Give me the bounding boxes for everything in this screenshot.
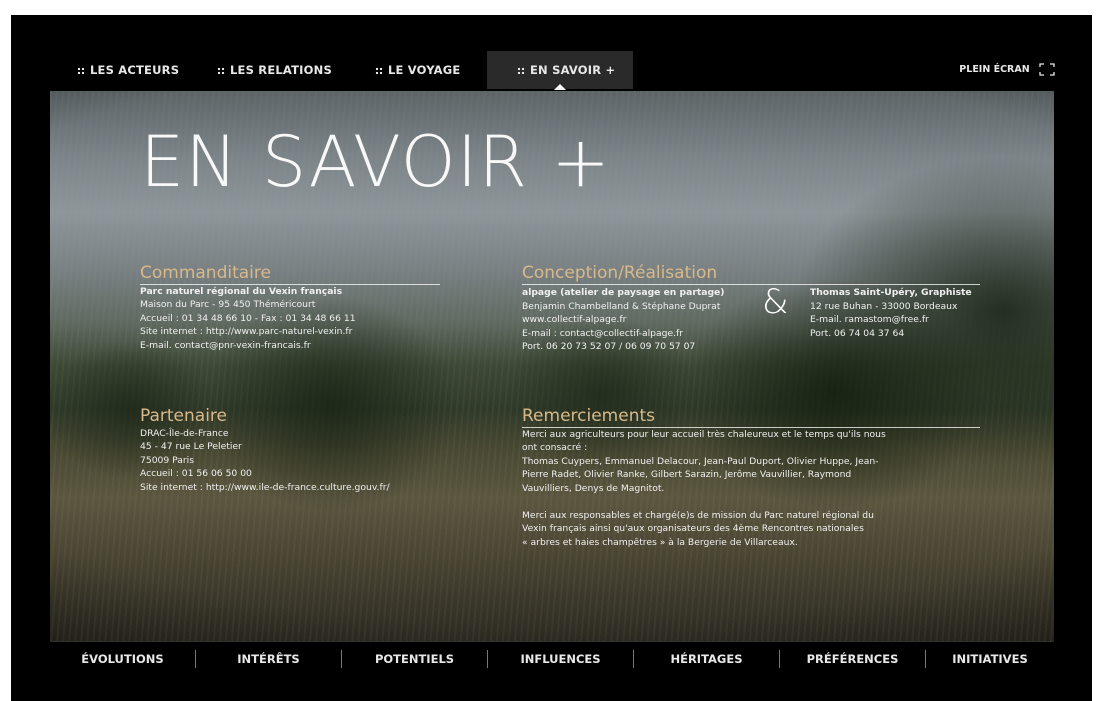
bottom-nav-influences[interactable]: INFLUENCES xyxy=(488,642,633,676)
ampersand: & xyxy=(762,282,789,322)
grid-dots-icon xyxy=(217,67,226,74)
grid-dots-icon xyxy=(375,67,384,74)
bottom-nav-initiatives[interactable]: INITIATIVES xyxy=(926,642,1054,676)
graphiste-email-link[interactable]: E-mail. ramastom@free.fr xyxy=(810,313,972,327)
commanditaire-details: Parc naturel régional du Vexin français … xyxy=(140,285,440,353)
alpage-email-link[interactable]: E-mail : contact@collectif-alpage.fr xyxy=(522,327,724,341)
hero-panel: EN SAVOIR + Commanditaire Parc naturel r… xyxy=(50,91,1054,641)
conception-section: Conception/Réalisation alpage (atelier d… xyxy=(522,264,980,352)
bottom-nav-preferences[interactable]: PRÉFÉRENCES xyxy=(780,642,925,676)
partenaire-heading: Partenaire xyxy=(140,406,228,426)
tab-les-relations[interactable]: LES RELATIONS xyxy=(217,51,332,89)
remerciements-heading: Remerciements xyxy=(522,407,980,428)
commanditaire-section: Commanditaire Parc naturel régional du V… xyxy=(140,264,440,353)
grid-dots-icon xyxy=(517,67,526,74)
tab-le-voyage[interactable]: LE VOYAGE xyxy=(375,51,460,89)
graphiste-details: Thomas Saint-Upéry, Graphiste 12 rue Buh… xyxy=(810,287,972,339)
partenaire-website-link[interactable]: Site internet : http://www.ile-de-france… xyxy=(140,481,440,495)
bottom-nav: ÉVOLUTIONS INTÉRÊTS POTENTIELS INFLUENCE… xyxy=(50,641,1054,676)
commanditaire-email-link[interactable]: E-mail. contact@pnr-vexin-francais.fr xyxy=(140,339,440,353)
remerciements-section: Remerciements Merci aux agriculteurs pou… xyxy=(522,407,980,549)
remerciements-paragraph-2: Merci aux responsables et chargé(e)s de … xyxy=(522,509,874,548)
partenaire-section: Partenaire DRAC-Île-de-France 45 - 47 ru… xyxy=(140,407,440,495)
page-title: EN SAVOIR + xyxy=(140,121,611,203)
alpage-details: alpage (atelier de paysage en partage) B… xyxy=(522,287,725,353)
bottom-nav-evolutions[interactable]: ÉVOLUTIONS xyxy=(50,642,195,676)
top-nav: LES ACTEURS LES RELATIONS LE VOYAGE EN S… xyxy=(11,51,1092,90)
fullscreen-icon xyxy=(1039,63,1055,76)
bottom-nav-heritages[interactable]: HÉRITAGES xyxy=(634,642,779,676)
tab-en-savoir-plus[interactable]: EN SAVOIR + xyxy=(487,51,633,90)
alpage-website-link[interactable]: www.collectif-alpage.fr xyxy=(522,313,724,327)
conception-heading: Conception/Réalisation xyxy=(522,264,980,285)
bottom-nav-potentiels[interactable]: POTENTIELS xyxy=(342,642,487,676)
app-frame: LES ACTEURS LES RELATIONS LE VOYAGE EN S… xyxy=(11,15,1092,701)
commanditaire-website-link[interactable]: Site internet : http://www.parc-naturel-… xyxy=(140,325,440,339)
partenaire-details: DRAC-Île-de-France 45 - 47 rue Le Peleti… xyxy=(140,427,440,495)
bottom-nav-interets[interactable]: INTÉRÊTS xyxy=(196,642,341,676)
grid-dots-icon xyxy=(77,67,86,74)
tab-les-acteurs[interactable]: LES ACTEURS xyxy=(77,51,179,89)
remerciements-paragraph-1: Merci aux agriculteurs pour leur accueil… xyxy=(522,428,886,495)
commanditaire-heading: Commanditaire xyxy=(140,264,440,285)
fullscreen-button[interactable]: PLEIN ÉCRAN xyxy=(959,51,1055,89)
